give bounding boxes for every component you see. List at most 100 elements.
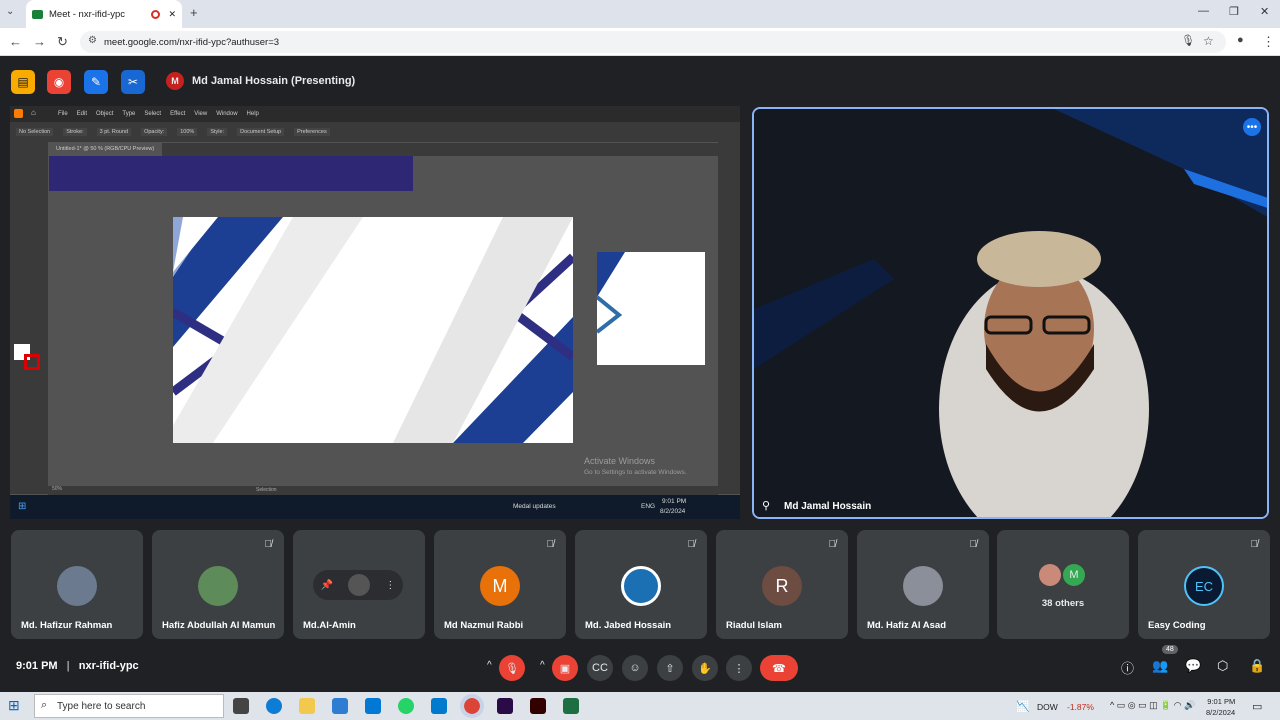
tab-close-icon[interactable]: ✕ bbox=[168, 9, 176, 20]
forward-icon[interactable]: → bbox=[33, 34, 46, 49]
activities-icon[interactable]: ⬡ bbox=[1217, 658, 1228, 674]
vscode-icon[interactable] bbox=[431, 698, 447, 714]
mic-off-button[interactable]: 🎙 bbox=[499, 655, 525, 681]
presenter-text: Md Jamal Hossain (Presenting) bbox=[192, 75, 356, 87]
maximize-button[interactable]: ❐ bbox=[1229, 5, 1239, 18]
meet-favicon-icon bbox=[32, 9, 43, 19]
meeting-details-icon[interactable]: ⓘ bbox=[1121, 658, 1134, 677]
task-view-icon[interactable] bbox=[233, 698, 249, 714]
start-icon[interactable]: ⊞ bbox=[8, 697, 20, 714]
browser-tab-meet[interactable]: Meet - nxr-ifid-ypc ✕ bbox=[26, 0, 182, 28]
ctrl-item: Stroke: bbox=[63, 128, 87, 136]
edge-icon[interactable] bbox=[266, 698, 282, 714]
site-info-icon[interactable]: ⚙ bbox=[88, 35, 97, 46]
stock-chart-icon: 📉 bbox=[1016, 701, 1030, 713]
participant-tile[interactable]: 🎙̸ M Md Nazmul Rabbi bbox=[434, 530, 566, 639]
stroke-swatch bbox=[24, 354, 40, 370]
participant-avatar: R bbox=[762, 566, 802, 606]
participant-tile[interactable]: 🎙̸ Md. Hafiz Al Asad bbox=[857, 530, 989, 639]
minimize-button[interactable]: — bbox=[1198, 5, 1209, 17]
participant-name: Hafiz Abdullah Al Mamun bbox=[162, 620, 276, 631]
inner-start-icon: ⊞ bbox=[18, 501, 27, 512]
bookmark-star-icon[interactable]: ☆ bbox=[1203, 34, 1214, 48]
home-icon: ⌂ bbox=[31, 108, 36, 117]
activate-windows-subtitle: Go to Settings to activate Windows. bbox=[584, 469, 687, 476]
file-explorer-icon[interactable] bbox=[299, 698, 315, 714]
muted-mic-icon: 🎙̸ bbox=[546, 539, 555, 550]
participant-name: Md.Al-Amin bbox=[303, 620, 356, 631]
inner-medal-label: Medal updates bbox=[513, 503, 556, 510]
present-button[interactable]: ⇧ bbox=[657, 655, 683, 681]
raise-hand-button[interactable]: ✋ bbox=[692, 655, 718, 681]
reload-icon[interactable]: ↻ bbox=[57, 34, 68, 50]
participant-avatar bbox=[1039, 564, 1061, 586]
document-tab: Untitled-1* @ 50 % (RGB/CPU Preview) bbox=[48, 143, 163, 156]
end-call-button[interactable]: ☎ bbox=[760, 655, 798, 681]
chrome-icon[interactable] bbox=[460, 694, 484, 718]
address-bar[interactable]: ⚙ meet.google.com/nxr-ifid-ypc?authuser=… bbox=[80, 31, 1226, 53]
whatsapp-icon[interactable] bbox=[398, 698, 414, 714]
participant-name: Md. Hafizur Rahman bbox=[21, 620, 113, 631]
ctrl-item: No Selection bbox=[16, 128, 54, 136]
participant-tile[interactable]: 🎙̸ Hafiz Abdullah Al Mamun bbox=[152, 530, 284, 639]
participant-tile[interactable]: Md. Hafizur Rahman bbox=[11, 530, 143, 639]
participant-tile[interactable]: 📌 ⋮ Md.Al-Amin bbox=[293, 530, 425, 639]
tile-hover-controls: 📌 ⋮ bbox=[313, 570, 403, 600]
taskbar-search-box[interactable]: ⌕ Type here to search bbox=[34, 694, 224, 718]
muted-mic-icon: 🎙̸ bbox=[687, 539, 696, 550]
menu-item: Edit bbox=[76, 111, 88, 117]
host-controls-icon[interactable]: 🔒 bbox=[1249, 658, 1265, 674]
chat-icon[interactable]: 💬 bbox=[1185, 658, 1201, 674]
participant-tile-others[interactable]: M 38 others bbox=[997, 530, 1129, 639]
meeting-code: nxr-ifid-ypc bbox=[78, 660, 139, 672]
tile-more-options-button[interactable]: ••• bbox=[1243, 118, 1261, 136]
participant-avatar bbox=[903, 566, 943, 606]
participant-name: Md. Hafiz Al Asad bbox=[867, 620, 946, 631]
tool-extension-icon[interactable]: ✂ bbox=[121, 70, 145, 94]
document-tabs: Untitled-1* @ 50 % (RGB/CPU Preview) bbox=[48, 143, 718, 156]
camera-off-button[interactable]: ▣ bbox=[552, 655, 578, 681]
speaker-video-tile[interactable]: ••• ⚲ Md Jamal Hossain bbox=[752, 107, 1269, 519]
pin-icon[interactable]: ⚲ bbox=[762, 499, 770, 512]
new-tab-button[interactable]: + bbox=[190, 5, 198, 20]
tray-icons[interactable]: ^ ▭ ◎ ▭ ◫ 🔋 ◠ 🔊 bbox=[1110, 700, 1195, 711]
back-icon[interactable]: ← bbox=[9, 34, 22, 49]
browser-menu-icon[interactable]: ⋮ bbox=[1262, 34, 1275, 50]
people-icon[interactable]: 👥 bbox=[1152, 658, 1168, 674]
video-options-icon[interactable]: ^ bbox=[540, 660, 545, 671]
audio-options-icon[interactable]: ^ bbox=[487, 660, 492, 671]
status-tool: Selection bbox=[256, 487, 277, 493]
close-window-button[interactable]: ✕ bbox=[1260, 5, 1269, 18]
captions-button[interactable]: CC bbox=[587, 655, 613, 681]
search-placeholder: Type here to search bbox=[57, 700, 146, 712]
store-icon[interactable] bbox=[332, 698, 348, 714]
inner-date: 8/2/2024 bbox=[660, 508, 686, 515]
more-options-icon[interactable]: ⋮ bbox=[385, 580, 395, 591]
stock-change: -1.87% bbox=[1067, 702, 1094, 712]
profile-icon[interactable]: ● bbox=[1237, 34, 1244, 46]
participant-name: Easy Coding bbox=[1148, 620, 1206, 631]
taskbar-clock[interactable]: 9:01 PM 8/2/2024 bbox=[1206, 696, 1235, 718]
illustrator-icon[interactable] bbox=[530, 698, 546, 714]
excel-icon[interactable] bbox=[563, 698, 579, 714]
more-options-button[interactable]: ⋮ bbox=[726, 655, 752, 681]
mic-indicator-icon[interactable]: 🎙 bbox=[1181, 34, 1195, 47]
artboard-design bbox=[173, 217, 573, 443]
pin-icon[interactable]: 📌 bbox=[321, 580, 333, 591]
notes-extension-icon[interactable]: ▤ bbox=[11, 70, 35, 94]
participant-tile[interactable]: 🎙̸ R Riadul Islam bbox=[716, 530, 848, 639]
stock-name: DOW bbox=[1037, 702, 1058, 712]
participant-avatar: M bbox=[1063, 564, 1085, 586]
participant-tile[interactable]: 🎙̸ EC Easy Coding bbox=[1138, 530, 1270, 639]
participant-name: Md Nazmul Rabbi bbox=[444, 620, 524, 631]
mail-icon[interactable] bbox=[365, 698, 381, 714]
record-extension-icon[interactable]: ◉ bbox=[47, 70, 71, 94]
emoji-button[interactable]: ☺ bbox=[622, 655, 648, 681]
status-bar: 50% Selection bbox=[48, 486, 718, 495]
notification-icon[interactable]: ▭ bbox=[1252, 700, 1262, 713]
premiere-icon[interactable] bbox=[497, 698, 513, 714]
tab-list-icon[interactable]: ⌄ bbox=[6, 6, 14, 17]
edit-extension-icon[interactable]: ✎ bbox=[84, 70, 108, 94]
participant-tile[interactable]: 🎙̸ Md. Jabed Hossain bbox=[575, 530, 707, 639]
menu-item: Window bbox=[216, 111, 238, 117]
